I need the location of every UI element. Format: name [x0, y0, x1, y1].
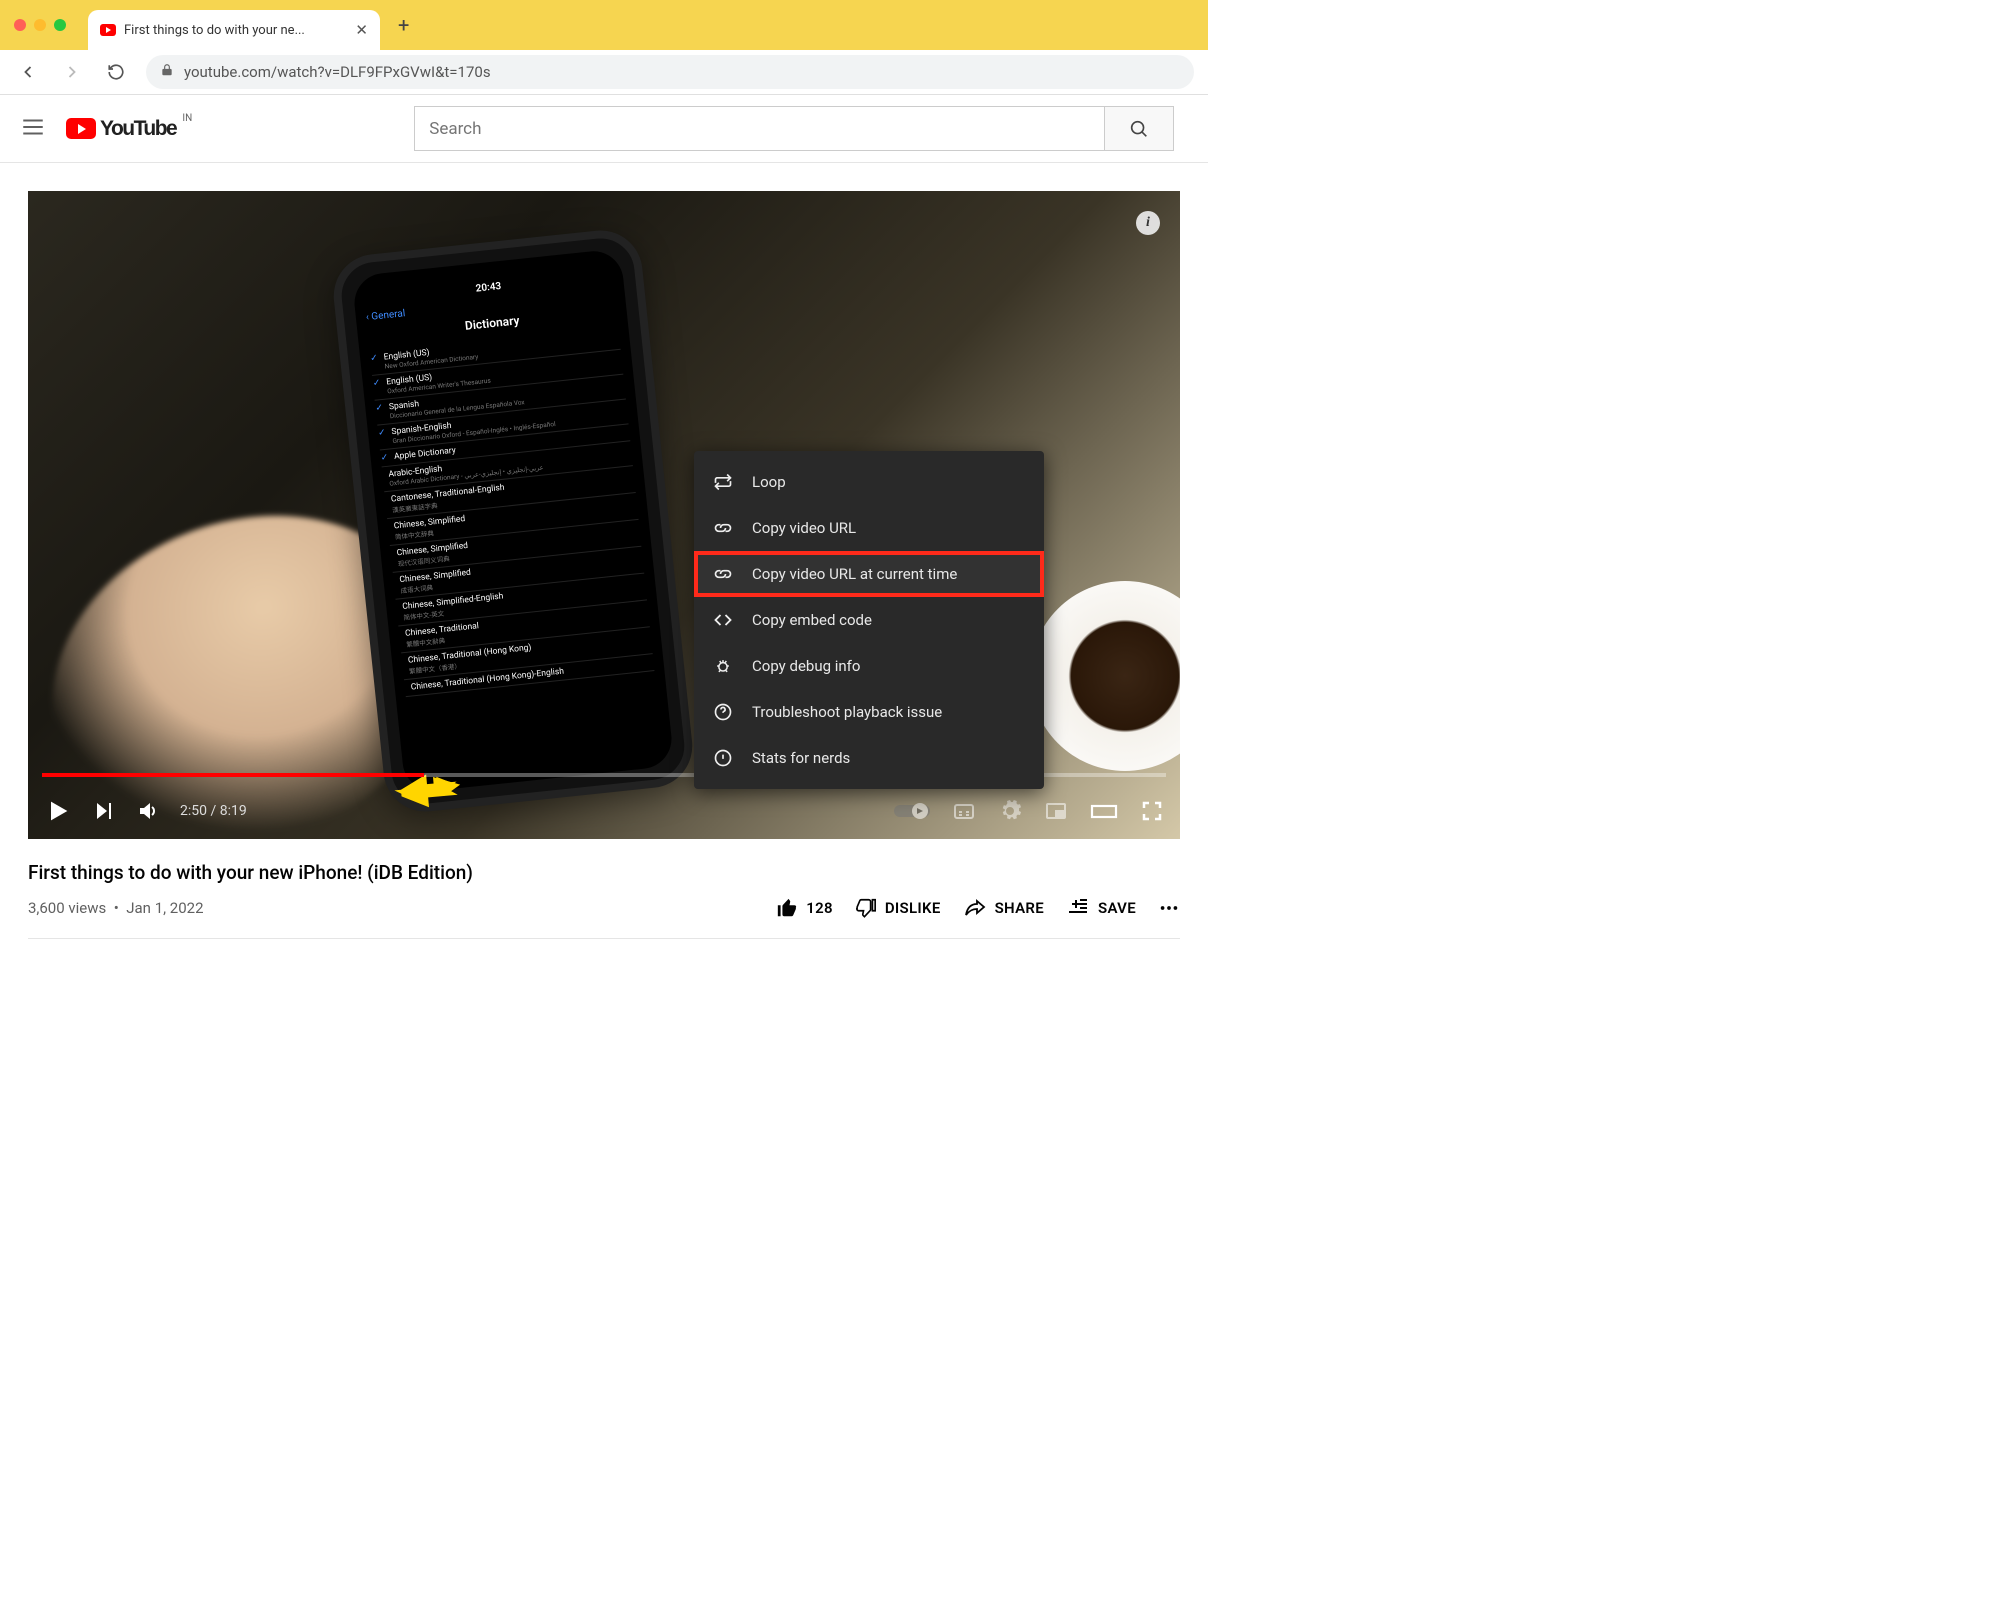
reload-button[interactable]: [102, 58, 130, 86]
time-display: 2:50 / 8:19: [180, 803, 247, 819]
ctx-troubleshoot[interactable]: Troubleshoot playback issue: [694, 689, 1044, 735]
stats-icon: [712, 747, 734, 769]
youtube-logo-icon: [66, 118, 96, 139]
content-area: 20:43 ‹ General Dictionary ✓English (US)…: [0, 163, 1208, 939]
search-input[interactable]: [414, 106, 1104, 151]
info-card-icon[interactable]: i: [1136, 211, 1160, 235]
coffee-cup-in-video: [1030, 581, 1180, 771]
settings-button[interactable]: [998, 799, 1022, 823]
ctx-label: Copy embed code: [752, 611, 872, 629]
lock-icon: [160, 63, 174, 81]
browser-tab[interactable]: First things to do with your ne... ✕: [88, 10, 380, 50]
progress-filled: [42, 773, 424, 777]
address-bar[interactable]: youtube.com/watch?v=DLF9FPxGVwI&t=170s: [146, 55, 1194, 89]
subtitles-button[interactable]: [952, 799, 976, 823]
volume-button[interactable]: [136, 799, 160, 823]
player-context-menu: Loop Copy video URL Copy video URL at curr…: [694, 451, 1044, 789]
phone-in-video: 20:43 ‹ General Dictionary ✓English (US)…: [330, 226, 697, 815]
more-actions-button[interactable]: [1158, 897, 1180, 919]
browser-tab-strip: First things to do with your ne... ✕ +: [0, 0, 1208, 50]
save-label: SAVE: [1098, 899, 1136, 917]
tab-title: First things to do with your ne...: [124, 23, 347, 38]
close-tab-icon[interactable]: ✕: [355, 21, 368, 39]
browser-toolbar: youtube.com/watch?v=DLF9FPxGVwI&t=170s: [0, 50, 1208, 95]
video-stats: 3,600 views • Jan 1, 2022: [28, 899, 204, 917]
fullscreen-button[interactable]: [1140, 799, 1164, 823]
minimize-window-button[interactable]: [34, 19, 46, 31]
loop-icon: [712, 471, 734, 493]
like-count: 128: [806, 899, 833, 917]
new-tab-button[interactable]: +: [398, 13, 409, 37]
like-button[interactable]: 128: [776, 897, 833, 919]
ctx-label: Copy debug info: [752, 657, 860, 675]
player-controls: 2:50 / 8:19: [28, 783, 1180, 839]
ctx-stats[interactable]: Stats for nerds: [694, 735, 1044, 781]
ctx-copy-url-time[interactable]: Copy video URL at current time: [694, 551, 1044, 597]
region-code: IN: [182, 113, 192, 124]
video-title: First things to do with your new iPhone!…: [28, 861, 1180, 884]
ctx-label: Copy video URL: [752, 519, 856, 537]
troubleshoot-icon: [712, 701, 734, 723]
miniplayer-button[interactable]: [1044, 799, 1068, 823]
close-window-button[interactable]: [14, 19, 26, 31]
youtube-favicon: [100, 24, 116, 36]
copy-embed-icon: [712, 609, 734, 631]
video-player[interactable]: 20:43 ‹ General Dictionary ✓English (US)…: [28, 191, 1180, 839]
maximize-window-button[interactable]: [54, 19, 66, 31]
autoplay-toggle[interactable]: [894, 801, 930, 821]
youtube-logo[interactable]: YouTube IN: [66, 117, 176, 141]
play-button[interactable]: [44, 797, 72, 825]
save-button[interactable]: SAVE: [1066, 896, 1136, 920]
menu-button[interactable]: [20, 114, 46, 144]
ctx-label: Loop: [752, 473, 786, 491]
search-container: [414, 106, 1174, 151]
copy-debug-icon: [712, 655, 734, 677]
ctx-copy-url[interactable]: Copy video URL: [694, 505, 1044, 551]
share-button[interactable]: SHARE: [963, 896, 1044, 920]
video-meta-row: 3,600 views • Jan 1, 2022 128 DISLIKE SH…: [28, 896, 1180, 939]
youtube-logo-text: YouTube: [100, 117, 176, 141]
copy-url-time-icon: [712, 563, 734, 585]
dislike-label: DISLIKE: [885, 899, 941, 917]
copy-url-icon: [712, 517, 734, 539]
ctx-label: Troubleshoot playback issue: [752, 703, 942, 721]
ctx-label: Stats for nerds: [752, 749, 850, 767]
next-button[interactable]: [92, 799, 116, 823]
youtube-header: YouTube IN: [0, 95, 1208, 163]
ctx-loop[interactable]: Loop: [694, 459, 1044, 505]
ctx-copy-debug[interactable]: Copy debug info: [694, 643, 1044, 689]
search-button[interactable]: [1104, 106, 1174, 151]
ctx-copy-embed[interactable]: Copy embed code: [694, 597, 1044, 643]
forward-button[interactable]: [58, 58, 86, 86]
theater-button[interactable]: [1090, 799, 1118, 823]
url-text: youtube.com/watch?v=DLF9FPxGVwI&t=170s: [184, 63, 491, 81]
ctx-label: Copy video URL at current time: [752, 565, 957, 583]
dislike-button[interactable]: DISLIKE: [855, 897, 941, 919]
window-controls: [14, 19, 66, 31]
back-button[interactable]: [14, 58, 42, 86]
share-label: SHARE: [995, 899, 1044, 917]
